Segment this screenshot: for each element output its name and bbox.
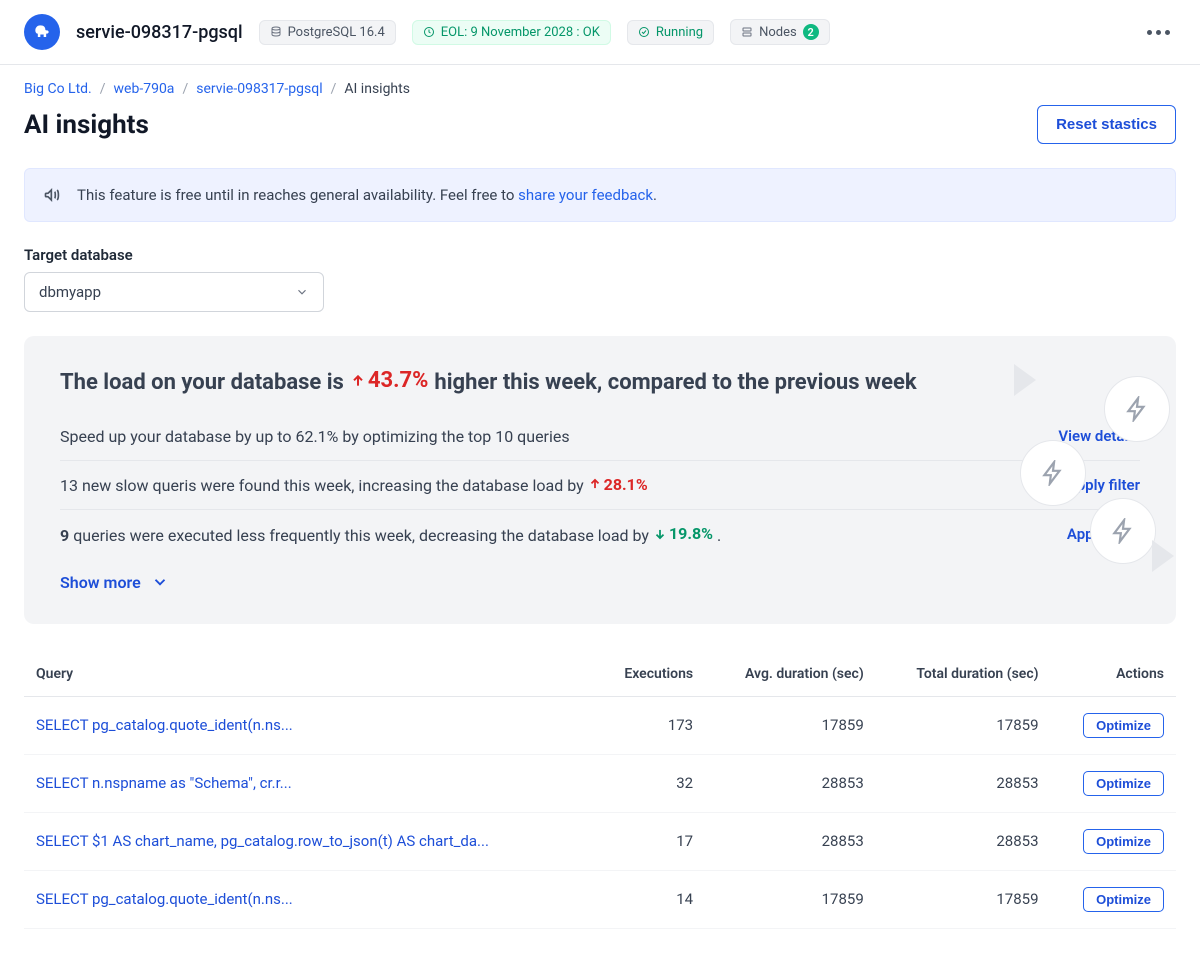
view-details-link[interactable]: View details <box>1058 427 1140 445</box>
database-icon <box>270 26 282 38</box>
col-total-duration[interactable]: Total duration (sec) <box>876 652 1051 697</box>
apply-filter-link[interactable]: Apply filter <box>1067 525 1140 543</box>
more-menu[interactable] <box>1141 24 1176 41</box>
clock-icon <box>423 26 435 38</box>
optimize-button[interactable]: Optimize <box>1083 771 1164 796</box>
check-circle-icon <box>638 26 650 38</box>
headline-pct: 43.7% <box>350 368 429 393</box>
crumb-project[interactable]: web-790a <box>114 81 175 97</box>
cell-executions: 173 <box>594 696 705 754</box>
arrow-down-icon <box>653 527 667 541</box>
cell-total: 28853 <box>876 812 1051 870</box>
arrow-up-icon <box>350 373 366 389</box>
col-actions: Actions <box>1051 652 1176 697</box>
feedback-link[interactable]: share your feedback <box>518 186 653 204</box>
query-link[interactable]: SELECT pg_catalog.quote_ident(n.ns... <box>36 716 293 734</box>
ga-banner: This feature is free until in reaches ge… <box>24 168 1176 222</box>
target-db-select[interactable]: dbmyapp <box>24 272 324 312</box>
optimize-button[interactable]: Optimize <box>1083 829 1164 854</box>
status-badge: Running <box>627 20 714 45</box>
query-link[interactable]: SELECT pg_catalog.quote_ident(n.ns... <box>36 890 293 908</box>
eol-badge: EOL: 9 November 2028 : OK <box>412 20 611 45</box>
summary-headline: The load on your database is 43.7% highe… <box>60 368 1140 395</box>
optimize-button[interactable]: Optimize <box>1083 887 1164 912</box>
service-name: servie-098317-pgsql <box>76 22 243 43</box>
cell-avg: 28853 <box>705 754 876 812</box>
arrow-up-icon <box>588 477 602 491</box>
cell-executions: 32 <box>594 754 705 812</box>
show-more-button[interactable]: Show more <box>60 573 169 592</box>
nodes-badge: Nodes 2 <box>730 19 830 45</box>
crumb-org[interactable]: Big Co Ltd. <box>24 81 92 97</box>
chevron-down-icon <box>295 285 309 299</box>
queries-table: Query Executions Avg. duration (sec) Tot… <box>24 652 1176 929</box>
summary-row: Speed up your database by up to 62.1% by… <box>60 413 1140 461</box>
elephant-icon <box>32 22 52 42</box>
summary-row: 13 new slow queris were found this week,… <box>60 461 1140 511</box>
crumb-current: AI insights <box>344 81 410 97</box>
db-version-badge: PostgreSQL 16.4 <box>259 20 396 45</box>
table-row: SELECT $1 AS chart_name, pg_catalog.row_… <box>24 812 1176 870</box>
target-db-label: Target database <box>24 246 1176 264</box>
banner-text: This feature is free until in reaches ge… <box>77 186 657 204</box>
cell-avg: 17859 <box>705 696 876 754</box>
query-link[interactable]: SELECT n.nspname as "Schema", cr.r... <box>36 774 292 792</box>
optimize-button[interactable]: Optimize <box>1083 713 1164 738</box>
apply-filter-link[interactable]: Apply filter <box>1067 476 1140 494</box>
breadcrumb: Big Co Ltd. / web-790a / servie-098317-p… <box>24 81 1176 97</box>
cell-total: 17859 <box>876 696 1051 754</box>
node-count: 2 <box>803 24 819 40</box>
cell-executions: 14 <box>594 870 705 928</box>
table-row: SELECT pg_catalog.quote_ident(n.ns... 173… <box>24 696 1176 754</box>
topbar: servie-098317-pgsql PostgreSQL 16.4 EOL:… <box>0 0 1200 65</box>
table-row: SELECT pg_catalog.quote_ident(n.ns...141… <box>24 870 1176 928</box>
cell-total: 17859 <box>876 870 1051 928</box>
target-db-value: dbmyapp <box>39 283 101 301</box>
stack-icon <box>741 26 753 38</box>
reset-statistics-button[interactable]: Reset stastics <box>1037 105 1176 144</box>
col-avg-duration[interactable]: Avg. duration (sec) <box>705 652 876 697</box>
cell-total: 28853 <box>876 754 1051 812</box>
pct-down: 19.8% <box>653 524 713 543</box>
service-logo <box>24 14 60 50</box>
page-title: AI insights <box>24 110 149 140</box>
col-query[interactable]: Query <box>24 652 594 697</box>
summary-row: 9 queries were executed less frequently … <box>60 510 1140 559</box>
megaphone-icon <box>43 185 63 205</box>
query-link[interactable]: SELECT $1 AS chart_name, pg_catalog.row_… <box>36 832 489 850</box>
cell-avg: 17859 <box>705 870 876 928</box>
cell-executions: 17 <box>594 812 705 870</box>
summary-card: The load on your database is 43.7% highe… <box>24 336 1176 624</box>
cell-avg: 28853 <box>705 812 876 870</box>
chevron-down-icon <box>151 573 169 591</box>
crumb-service[interactable]: servie-098317-pgsql <box>196 81 322 97</box>
col-executions[interactable]: Executions <box>594 652 705 697</box>
pct-up: 28.1% <box>588 475 648 494</box>
table-row: SELECT n.nspname as "Schema", cr.r...322… <box>24 754 1176 812</box>
